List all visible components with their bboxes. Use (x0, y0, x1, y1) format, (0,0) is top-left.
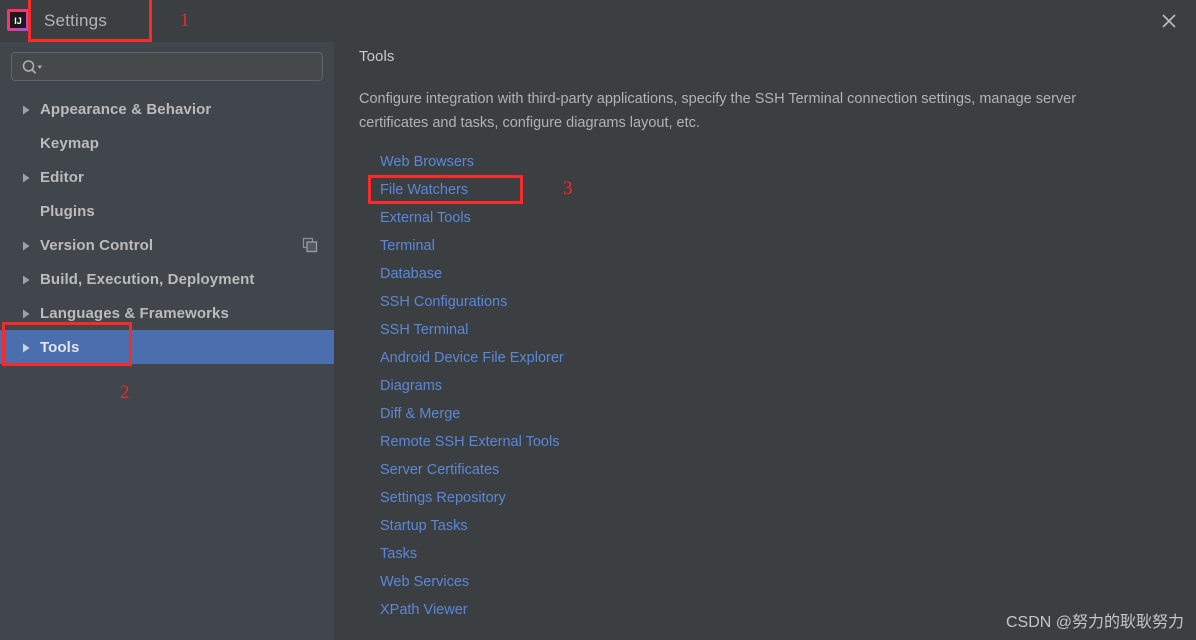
sidebar-item-label: Keymap (40, 134, 99, 152)
chevron-down-icon (37, 65, 42, 69)
chevron-right-icon[interactable] (20, 171, 32, 183)
window-title: Settings (44, 11, 108, 30)
watermark: CSDN @努力的耿耿努力 (1005, 614, 1184, 631)
sidebar-item-version-control[interactable]: Version Control (0, 228, 334, 262)
settings-sidebar: Appearance & Behavior Keymap Editor Plug… (0, 42, 334, 640)
link-external-tools[interactable]: External Tools (380, 204, 471, 232)
link-web-services[interactable]: Web Services (380, 568, 469, 596)
intellij-idea-logo-icon: IJ (6, 8, 30, 32)
search-box[interactable] (11, 52, 323, 82)
link-server-certificates[interactable]: Server Certificates (380, 456, 499, 484)
link-startup-tasks[interactable]: Startup Tasks (380, 512, 468, 540)
link-ssh-configurations[interactable]: SSH Configurations (380, 288, 507, 316)
chevron-right-icon[interactable] (20, 307, 32, 319)
settings-dialog: IJ Settings Appearance & Behavior Keymap… (0, 0, 1196, 640)
close-icon[interactable] (1152, 5, 1186, 37)
sidebar-item-keymap[interactable]: Keymap (0, 126, 334, 160)
sidebar-item-plugins[interactable]: Plugins (0, 194, 334, 228)
page-description: Configure integration with third-party a… (359, 91, 1077, 131)
search-field-wrapper (11, 52, 323, 82)
chevron-right-icon[interactable] (20, 103, 32, 115)
sidebar-item-label: Editor (40, 168, 84, 186)
link-terminal[interactable]: Terminal (380, 232, 435, 260)
title-bar: IJ Settings (0, 0, 1196, 42)
link-android-device-file-explorer[interactable]: Android Device File Explorer (380, 344, 564, 372)
chevron-right-icon[interactable] (20, 239, 32, 251)
link-web-browsers[interactable]: Web Browsers (380, 148, 474, 176)
page-title: Tools (359, 48, 395, 65)
link-database[interactable]: Database (380, 260, 442, 288)
link-ssh-terminal[interactable]: SSH Terminal (380, 316, 468, 344)
sidebar-item-label: Languages & Frameworks (40, 304, 229, 322)
sidebar-item-tools[interactable]: Tools (0, 330, 334, 364)
sidebar-item-editor[interactable]: Editor (0, 160, 334, 194)
link-diagrams[interactable]: Diagrams (380, 372, 442, 400)
sidebar-item-build-execution-deployment[interactable]: Build, Execution, Deployment (0, 262, 334, 296)
settings-main-panel: Tools Configure integration with third-p… (334, 42, 1196, 640)
settings-tree: Appearance & Behavior Keymap Editor Plug… (0, 92, 334, 364)
link-xpath-viewer[interactable]: XPath Viewer (380, 596, 468, 624)
link-remote-ssh-external-tools[interactable]: Remote SSH External Tools (380, 428, 559, 456)
sidebar-item-label: Build, Execution, Deployment (40, 270, 255, 288)
link-file-watchers[interactable]: File Watchers (380, 176, 468, 204)
link-settings-repository[interactable]: Settings Repository (380, 484, 506, 512)
sidebar-item-languages-frameworks[interactable]: Languages & Frameworks (0, 296, 334, 330)
chevron-right-icon[interactable] (20, 341, 32, 353)
copy-icon[interactable] (302, 237, 318, 253)
sidebar-item-appearance-behavior[interactable]: Appearance & Behavior (0, 92, 334, 126)
link-tasks[interactable]: Tasks (380, 540, 417, 568)
tools-link-list: Web Browsers File Watchers External Tool… (380, 148, 880, 624)
search-icon[interactable] (21, 59, 43, 76)
link-diff-merge[interactable]: Diff & Merge (380, 400, 460, 428)
chevron-right-icon[interactable] (20, 273, 32, 285)
sidebar-item-label: Tools (40, 338, 80, 356)
svg-text:IJ: IJ (14, 16, 22, 26)
search-input[interactable] (46, 53, 322, 82)
sidebar-item-label: Plugins (40, 202, 95, 220)
